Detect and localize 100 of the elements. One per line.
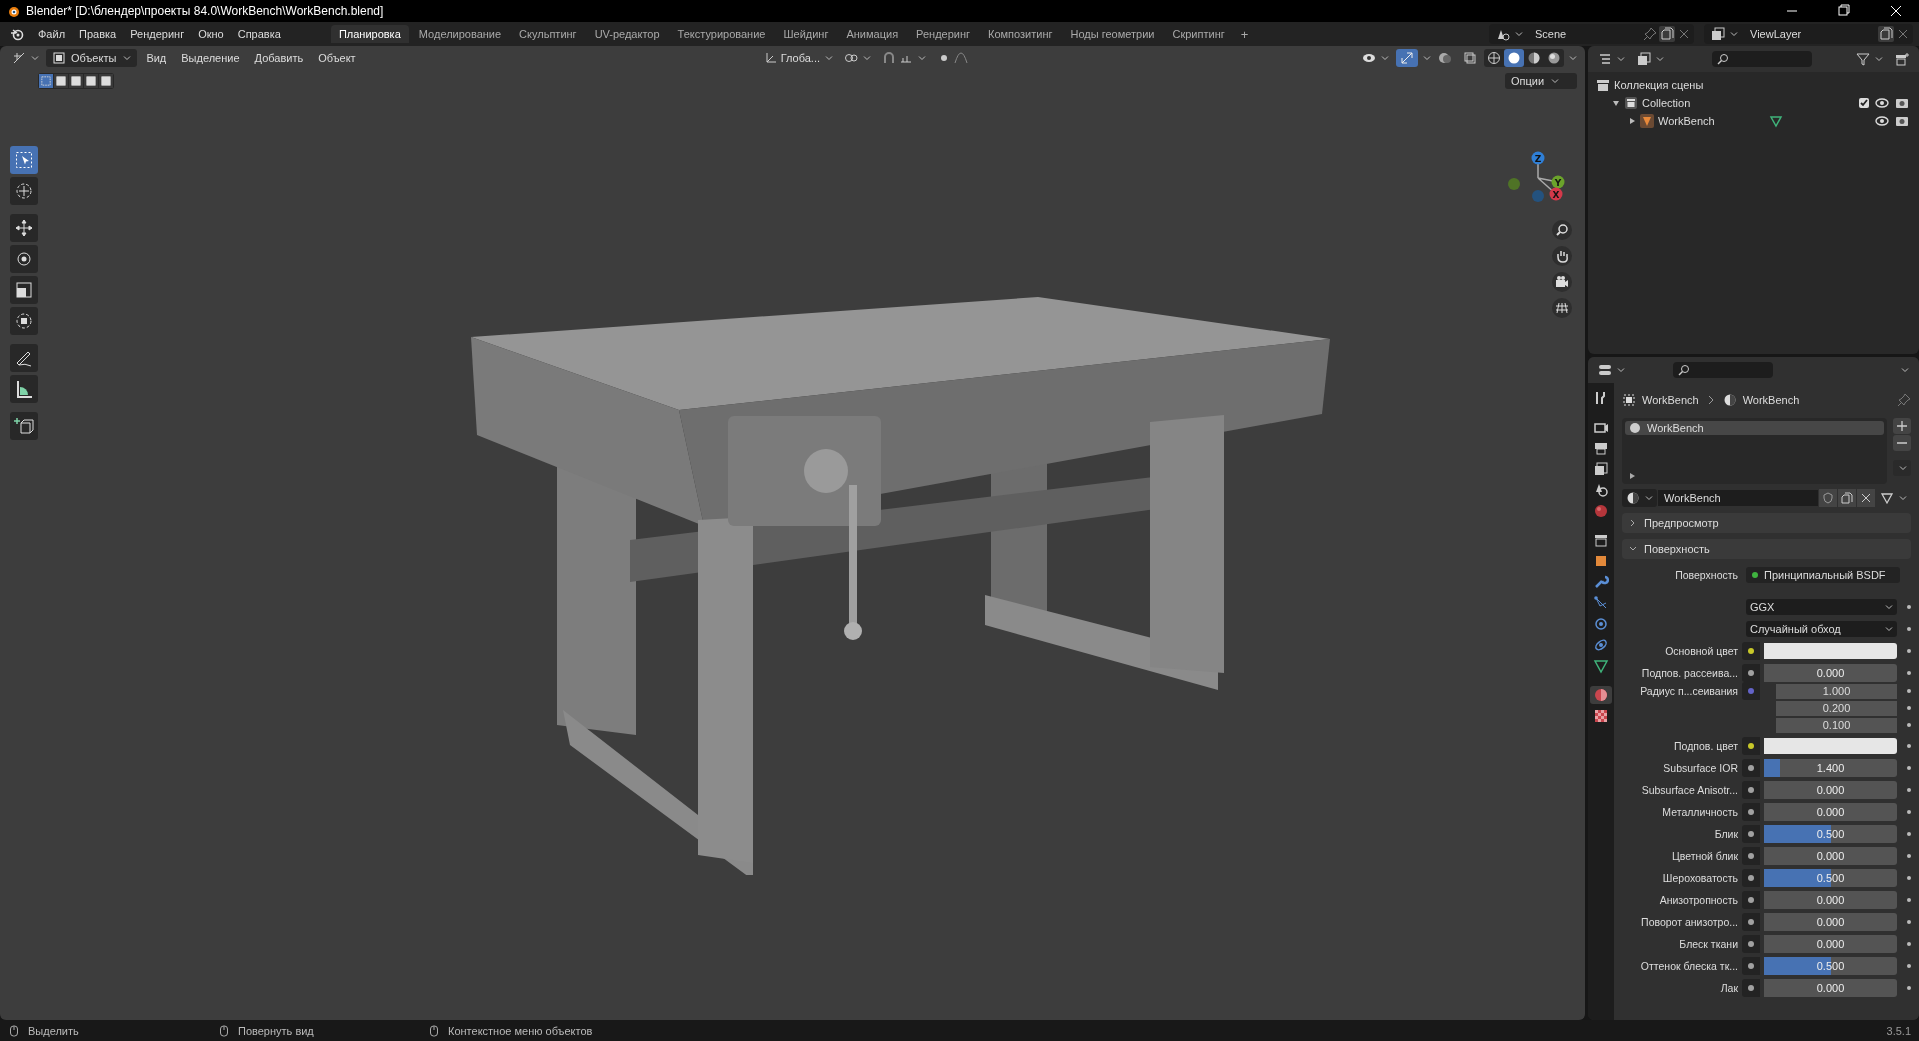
value-field[interactable]: 0.000 <box>1764 979 1898 997</box>
tool-button[interactable] <box>10 307 38 335</box>
keyframe-dot[interactable] <box>1907 723 1911 727</box>
keyframe-dot[interactable] <box>1907 744 1911 748</box>
duplicate-icon[interactable] <box>1878 26 1894 42</box>
mode-dropdown[interactable]: Объекты <box>46 49 138 67</box>
socket-button[interactable] <box>1742 957 1760 975</box>
pin-icon[interactable] <box>1643 27 1657 41</box>
workspace-tab[interactable]: Планировка <box>330 25 409 43</box>
workspace-tab[interactable]: Скульптинг <box>511 25 585 43</box>
method-dropdown[interactable]: Случайный обход <box>1746 621 1898 637</box>
close-icon[interactable] <box>1896 27 1910 41</box>
search-field[interactable] <box>1712 51 1812 67</box>
fake-user-button[interactable] <box>1819 489 1837 507</box>
camera-icon[interactable] <box>1895 96 1909 110</box>
orientation-dropdown[interactable]: Глоба... <box>759 49 837 67</box>
keyframe-dot[interactable] <box>1907 766 1911 770</box>
socket-button[interactable] <box>1742 935 1760 953</box>
options-dropdown[interactable]: Опции <box>1505 73 1577 89</box>
search-field[interactable] <box>1673 362 1773 378</box>
value-field[interactable]: 0.000 <box>1764 847 1898 865</box>
value-field[interactable]: 0.000 <box>1764 913 1898 931</box>
keyframe-dot[interactable] <box>1907 832 1911 836</box>
workspace-tab[interactable]: Ноды геометрии <box>1062 25 1163 43</box>
axis-ball[interactable]: Y <box>1551 175 1565 189</box>
keyframe-dot[interactable] <box>1907 627 1911 631</box>
menu-item[interactable]: Файл <box>32 25 72 43</box>
axis-ball[interactable]: X <box>1549 187 1563 201</box>
value-field[interactable]: 0.000 <box>1764 803 1898 821</box>
socket-button[interactable] <box>1742 803 1760 821</box>
keyframe-dot[interactable] <box>1907 649 1911 653</box>
socket-button[interactable] <box>1742 913 1760 931</box>
properties-tab[interactable] <box>1590 686 1612 704</box>
select-mode-button[interactable] <box>99 74 113 88</box>
keyframe-dot[interactable] <box>1907 854 1911 858</box>
eye-icon[interactable] <box>1875 114 1889 128</box>
value-field[interactable]: 0.000 <box>1764 781 1898 799</box>
outliner-item[interactable]: WorkBench <box>1658 115 1715 127</box>
close-icon[interactable] <box>1677 27 1691 41</box>
number-field[interactable]: 0.100 <box>1776 717 1898 733</box>
keyframe-dot[interactable] <box>1907 942 1911 946</box>
keyframe-dot[interactable] <box>1907 898 1911 902</box>
tool-button[interactable] <box>10 276 38 304</box>
expanded-arrow-icon[interactable] <box>1612 99 1620 107</box>
collapsed-arrow-icon[interactable] <box>1628 472 1636 480</box>
unlink-button[interactable] <box>1857 489 1875 507</box>
eye-icon[interactable] <box>1875 96 1889 110</box>
material-name-field[interactable]: WorkBench <box>1658 490 1818 506</box>
socket-button[interactable] <box>1742 781 1760 799</box>
panel-header[interactable]: Поверхность <box>1622 539 1911 559</box>
keyframe-dot[interactable] <box>1907 605 1911 609</box>
menu-item[interactable]: Рендеринг <box>124 25 191 43</box>
tool-button[interactable] <box>10 146 38 174</box>
workspace-tab[interactable]: UV-редактор <box>586 25 668 43</box>
workspace-tab[interactable]: Моделирование <box>410 25 510 43</box>
value-field[interactable]: 0.500 <box>1764 957 1898 975</box>
tool-button[interactable] <box>10 214 38 242</box>
tool-button[interactable] <box>10 375 38 403</box>
workspace-tab[interactable]: Шейдинг <box>775 25 837 43</box>
menu-item[interactable]: Окно <box>192 25 230 43</box>
camera-icon[interactable] <box>1895 114 1909 128</box>
pin-icon[interactable] <box>1897 393 1911 407</box>
material-browse-button[interactable] <box>1622 489 1657 507</box>
socket-button[interactable] <box>1742 847 1760 865</box>
zoom-button[interactable] <box>1552 220 1572 240</box>
add-slot-button[interactable] <box>1893 418 1911 434</box>
pan-button[interactable] <box>1552 246 1572 266</box>
socket-button[interactable] <box>1742 979 1760 997</box>
number-field[interactable]: 1.000 <box>1776 683 1898 699</box>
grid-button[interactable] <box>1552 298 1572 318</box>
duplicate-button[interactable] <box>1838 489 1856 507</box>
color-swatch[interactable] <box>1764 738 1898 754</box>
menu-item[interactable]: Выделение <box>175 49 246 67</box>
workspace-tab[interactable]: Текстурирование <box>669 25 774 43</box>
value-field[interactable]: 0.500 <box>1764 825 1898 843</box>
workspace-tab[interactable]: Рендеринг <box>908 25 979 43</box>
outliner-item[interactable]: Коллекция сцены <box>1614 79 1704 91</box>
shader-field[interactable]: Принципиальный BSDF <box>1746 567 1900 583</box>
keyframe-dot[interactable] <box>1907 920 1911 924</box>
tool-button[interactable] <box>10 412 38 440</box>
keyframe-dot[interactable] <box>1907 986 1911 990</box>
menu-item[interactable]: Справка <box>231 25 287 43</box>
keyframe-dot[interactable] <box>1907 671 1911 675</box>
panel-header[interactable]: Предпросмотр <box>1622 513 1911 533</box>
shading-mode-button[interactable] <box>1504 49 1524 67</box>
select-mode-button[interactable] <box>69 74 83 88</box>
tool-button[interactable] <box>10 344 38 372</box>
socket-button[interactable] <box>1742 891 1760 909</box>
add-workspace-button[interactable]: + <box>1234 26 1255 42</box>
number-field[interactable]: 0.200 <box>1776 700 1898 716</box>
menu-item[interactable]: Добавить <box>248 49 310 67</box>
workspace-tab[interactable]: Анимация <box>838 25 907 43</box>
value-field[interactable]: 0.000 <box>1764 891 1898 909</box>
app-logo-icon[interactable] <box>10 27 24 41</box>
mesh-icon[interactable] <box>1768 114 1783 128</box>
material-slot[interactable]: WorkBench <box>1625 421 1884 435</box>
value-field[interactable]: 1.400 <box>1764 759 1898 777</box>
select-mode-button[interactable] <box>84 74 98 88</box>
axis-ball[interactable]: Z <box>1531 151 1545 165</box>
workspace-tab[interactable]: Композитинг <box>980 25 1061 43</box>
